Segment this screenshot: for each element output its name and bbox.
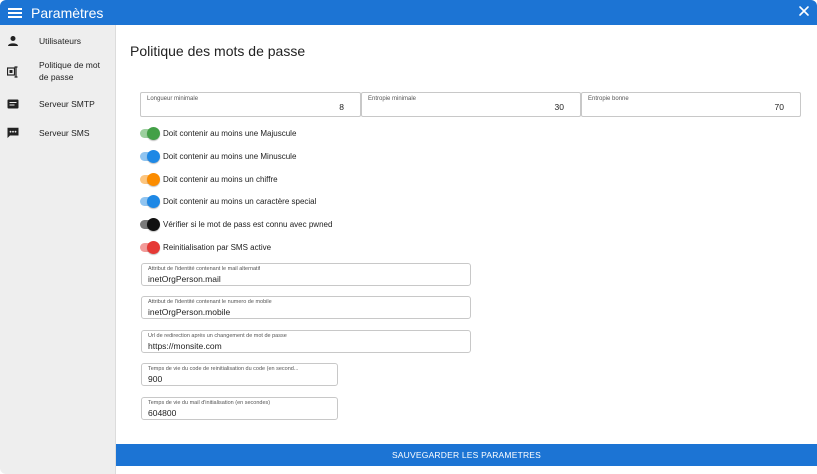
init-mail-lifetime-field[interactable]: Temps de vie du mail d'initialisation (e…: [141, 397, 338, 420]
toggle-special-char[interactable]: Doit contenir au moins un caractère spec…: [140, 194, 316, 208]
switch-thumb: [147, 172, 160, 186]
sidebar-item-label: Serveur SMS: [39, 128, 90, 138]
field-value: https://monsite.com: [148, 341, 222, 351]
switch-track[interactable]: [140, 126, 160, 140]
field-label: Entropie bonne: [588, 96, 629, 102]
app-title: Paramètres: [31, 4, 104, 21]
field-label: Temps de vie du code de reinitialisation…: [148, 366, 299, 372]
field-value: 604800: [148, 408, 177, 418]
switch-thumb: [147, 217, 160, 231]
switch-thumb: [147, 149, 160, 163]
sidebar-item-users[interactable]: Utilisateurs: [0, 33, 116, 49]
password-policy-icon: [7, 66, 18, 78]
sidebar-item-sms-server[interactable]: Serveur SMS: [0, 125, 116, 141]
toggle-lowercase[interactable]: Doit contenir au moins une Minuscule: [140, 149, 296, 163]
save-settings-button[interactable]: SAUVEGARDER LES PARAMETRES: [116, 444, 817, 466]
field-value: 70: [774, 102, 784, 112]
field-label: Temps de vie du mail d'initialisation (e…: [148, 400, 271, 406]
main-panel: Politique des mots de passe Longueur min…: [116, 25, 817, 474]
toggle-label: Doit contenir au moins une Minuscule: [163, 151, 297, 161]
toggle-sms-reset[interactable]: Reinitialisation par SMS active: [140, 240, 271, 254]
min-entropy-field[interactable]: Entropie minimale 30: [361, 92, 581, 117]
field-value: 900: [148, 374, 163, 384]
switch-thumb: [147, 240, 160, 254]
switch-thumb: [147, 194, 160, 208]
field-label: Attribut de l'identité contenant le mail…: [148, 266, 261, 272]
toggle-digit[interactable]: Doit contenir au moins un chiffre: [140, 172, 278, 186]
field-label: Longueur minimale: [147, 96, 199, 102]
page-title: Politique des mots de passe: [130, 43, 306, 59]
field-value: 30: [554, 102, 564, 112]
toggle-label: Vérifier si le mot de pass est connu ave…: [163, 219, 333, 229]
mobile-attribute-field[interactable]: Attribut de l'identité contenant le nume…: [141, 296, 471, 319]
person-icon: [8, 36, 18, 46]
sidebar-item-label: Serveur SMTP: [39, 99, 95, 109]
switch-track[interactable]: [140, 149, 160, 163]
field-value: inetOrgPerson.mobile: [148, 307, 231, 317]
sidebar-item-label: Utilisateurs: [39, 36, 82, 46]
sms-icon: [7, 127, 19, 138]
menu-icon[interactable]: [8, 7, 22, 18]
toggle-label: Doit contenir au moins un chiffre: [163, 174, 278, 184]
toggle-pwned-check[interactable]: Vérifier si le mot de pass est connu ave…: [140, 217, 332, 231]
switch-track[interactable]: [140, 217, 160, 231]
app-bar: Paramètres: [0, 0, 817, 25]
sidebar: Utilisateurs Politique de mot de passe S…: [0, 25, 116, 474]
sidebar-item-smtp-server[interactable]: Serveur SMTP: [0, 96, 116, 112]
redirect-url-field[interactable]: Url de redirection après un changement d…: [141, 330, 471, 353]
min-length-field[interactable]: Longueur minimale 8: [140, 92, 361, 117]
sidebar-item-label: Politique de mot de passe: [39, 60, 100, 82]
reset-code-lifetime-field[interactable]: Temps de vie du code de reinitialisation…: [141, 363, 338, 386]
field-value: 8: [339, 102, 344, 112]
sidebar-item-password-policy[interactable]: Politique de mot de passe: [0, 57, 116, 87]
switch-track[interactable]: [140, 240, 160, 254]
toggle-label: Reinitialisation par SMS active: [163, 242, 272, 252]
switch-thumb: [147, 126, 160, 140]
switch-track[interactable]: [140, 172, 160, 186]
field-value: inetOrgPerson.mail: [148, 274, 221, 284]
close-icon[interactable]: [797, 4, 811, 18]
mail-server-icon: [7, 99, 19, 109]
switch-track[interactable]: [140, 194, 160, 208]
field-label: Entropie minimale: [368, 96, 417, 102]
field-label: Attribut de l'identité contenant le nume…: [148, 299, 272, 305]
alt-mail-attribute-field[interactable]: Attribut de l'identité contenant le mail…: [141, 263, 471, 286]
field-label: Url de redirection après un changement d…: [148, 333, 287, 339]
good-entropy-field[interactable]: Entropie bonne 70: [581, 92, 801, 117]
toggle-label: Doit contenir au moins un caractère spec…: [163, 196, 317, 206]
toggle-label: Doit contenir au moins une Majuscule: [163, 128, 297, 138]
settings-window: Paramètres Utilisateurs Politique de mot…: [0, 0, 817, 474]
toggle-uppercase[interactable]: Doit contenir au moins une Majuscule: [140, 126, 296, 140]
